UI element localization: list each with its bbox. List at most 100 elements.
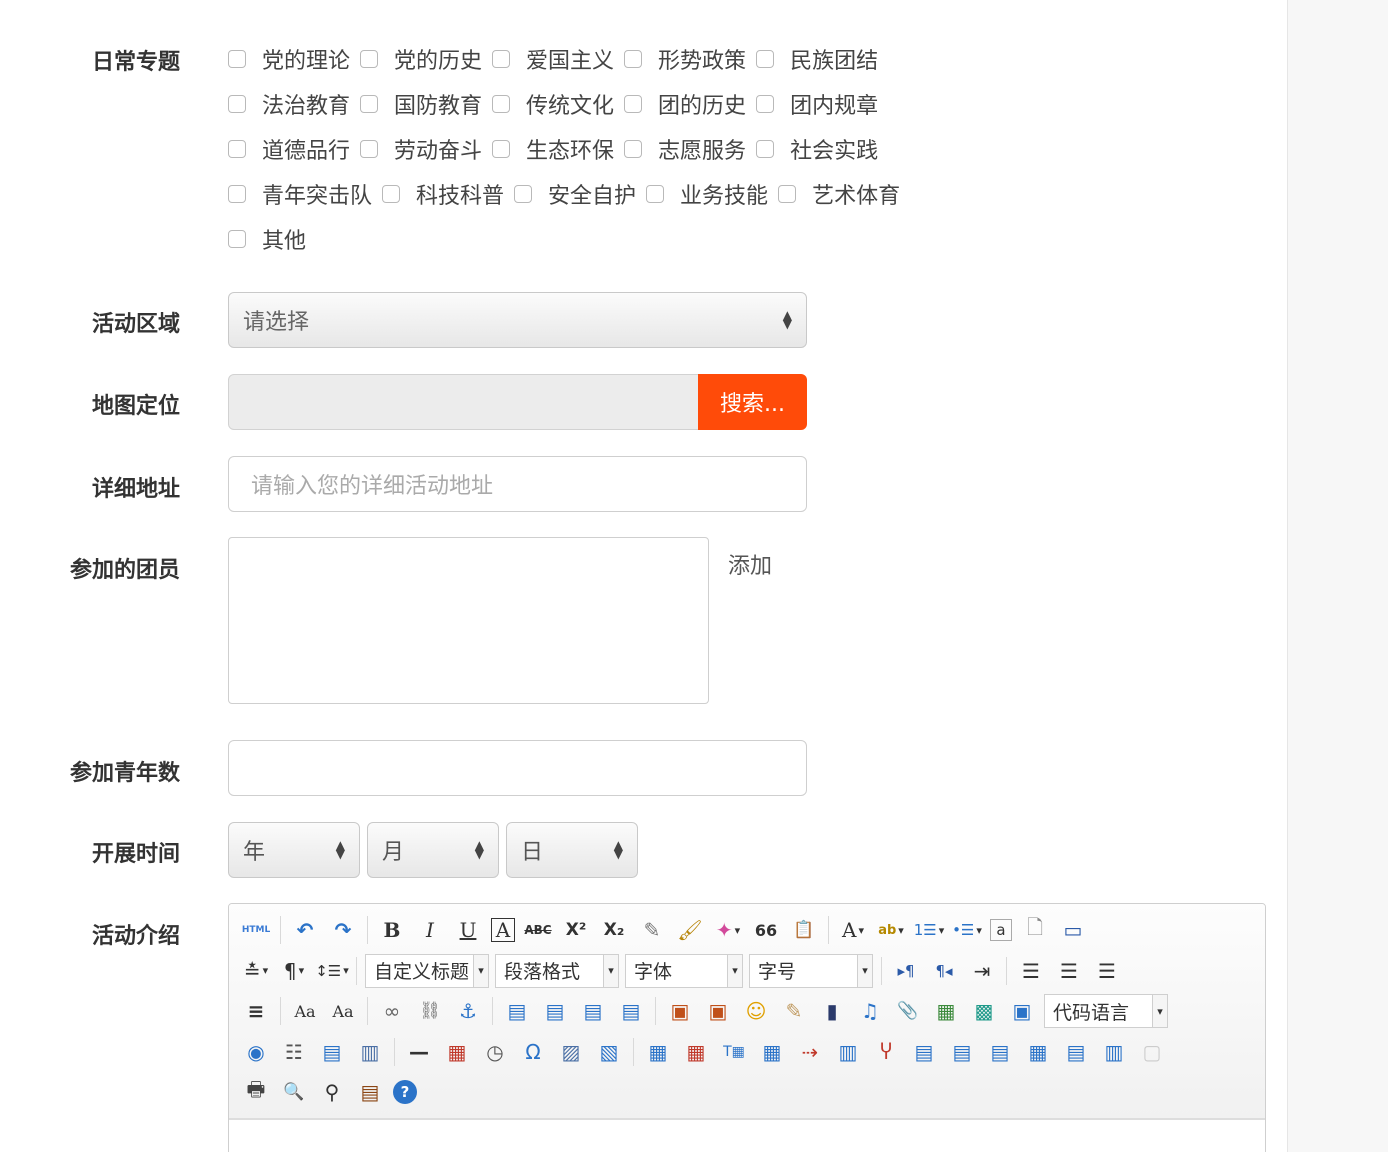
topic-checkbox[interactable]: 艺术体育 <box>778 178 900 210</box>
map-location-input[interactable] <box>228 374 702 430</box>
table-tool-icon[interactable]: ▦ <box>1023 1037 1053 1067</box>
undo-icon[interactable]: ↶ <box>290 915 320 945</box>
table-tool-icon[interactable]: ▤ <box>1061 1037 1091 1067</box>
clear-doc-icon[interactable]: 🗋 <box>1020 915 1050 945</box>
checkbox-box[interactable] <box>756 139 775 158</box>
checkbox-box[interactable] <box>624 139 643 158</box>
align-left-icon[interactable]: ☰ <box>1016 956 1046 986</box>
insert-image-icon[interactable]: ▣ <box>665 996 695 1026</box>
eraser-icon[interactable]: ✎ <box>637 915 667 945</box>
align-right-icon[interactable]: ☰ <box>1092 956 1122 986</box>
checkbox-box[interactable] <box>228 139 246 158</box>
editor-content-area[interactable] <box>229 1120 1265 1152</box>
table-tool-icon[interactable]: ▤ <box>985 1037 1015 1067</box>
row-spacing-top-icon[interactable]: ≛ <box>241 956 271 986</box>
topic-checkbox[interactable]: 团内规章 <box>756 88 878 120</box>
background-icon[interactable]: ▥ <box>355 1037 385 1067</box>
checkbox-box[interactable] <box>492 49 511 68</box>
paragraph-format-combo[interactable]: 段落格式 <box>495 953 619 988</box>
insert-frame-icon[interactable]: ▣ <box>1007 996 1037 1026</box>
topic-checkbox[interactable]: 道德品行 <box>228 133 350 165</box>
checkbox-box[interactable] <box>514 184 533 203</box>
print-preview-icon[interactable]: 🔍 <box>279 1077 309 1107</box>
font-border-icon[interactable]: A <box>491 918 515 943</box>
table-tool-icon[interactable]: ▢ <box>1137 1037 1167 1067</box>
checkbox-box[interactable] <box>492 139 511 158</box>
page-break-icon[interactable]: ☷ <box>279 1037 309 1067</box>
map-search-button[interactable]: 搜索... <box>698 374 807 430</box>
insert-column-icon[interactable]: ⇢ <box>795 1037 825 1067</box>
custom-heading-combo[interactable]: 自定义标题 <box>365 953 489 988</box>
image-float-left-icon[interactable]: ▤ <box>502 996 532 1026</box>
word-image-icon[interactable]: ▨ <box>556 1037 586 1067</box>
help-icon[interactable]: ? <box>393 1080 417 1105</box>
topic-checkbox[interactable]: 形势政策 <box>624 43 746 75</box>
insert-music-icon[interactable]: ♫ <box>855 996 885 1026</box>
ordered-list-icon[interactable]: 1☰ <box>914 915 944 945</box>
search-replace-icon[interactable]: ⚲ <box>317 1077 347 1107</box>
highlight-color-icon[interactable]: ab <box>876 915 906 945</box>
image-no-float-icon[interactable]: ▤ <box>578 996 608 1026</box>
year-select[interactable]: 年 ▲ ▼ <box>228 822 360 878</box>
topic-checkbox[interactable]: 劳动奋斗 <box>360 133 482 165</box>
google-map-icon[interactable]: ▩ <box>969 996 999 1026</box>
address-input[interactable]: 请输入您的详细活动地址 <box>228 456 807 512</box>
checkbox-box[interactable] <box>360 49 379 68</box>
to-lowercase-icon[interactable]: Aa <box>328 996 358 1026</box>
topic-checkbox[interactable]: 党的历史 <box>360 43 482 75</box>
region-select[interactable]: 请选择 ▲ ▼ <box>228 292 807 348</box>
html-source-icon[interactable]: HTML <box>241 915 271 945</box>
insert-table-icon[interactable]: ▦ <box>643 1037 673 1067</box>
bold-icon[interactable]: B <box>377 915 407 945</box>
rtl-direction-icon[interactable]: ¶◂ <box>929 956 959 986</box>
table-tool-icon[interactable]: ▤ <box>909 1037 939 1067</box>
link-icon[interactable]: ∞ <box>377 996 407 1026</box>
unlink-icon[interactable]: ⛓ <box>415 996 445 1026</box>
special-chars-icon[interactable]: Ω <box>518 1037 548 1067</box>
topic-checkbox[interactable]: 民族团结 <box>756 43 878 75</box>
auto-format-icon[interactable]: ✦ <box>713 915 743 945</box>
checkbox-box[interactable] <box>492 94 511 113</box>
multi-image-icon[interactable]: ▣ <box>703 996 733 1026</box>
checkbox-box[interactable] <box>360 139 379 158</box>
paragraph-spacing-icon[interactable]: ¶ <box>279 956 309 986</box>
topic-checkbox[interactable]: 业务技能 <box>646 178 768 210</box>
checkbox-box[interactable] <box>646 184 665 203</box>
strikethrough-icon[interactable]: ABC <box>523 915 553 945</box>
font-size-combo[interactable]: 字号 <box>749 953 873 988</box>
blockquote-icon[interactable]: 66 <box>751 915 781 945</box>
redo-icon[interactable]: ↷ <box>328 915 358 945</box>
add-member-link[interactable]: 添加 <box>728 548 772 580</box>
topic-checkbox[interactable]: 传统文化 <box>492 88 614 120</box>
topic-checkbox[interactable]: 国防教育 <box>360 88 482 120</box>
topic-checkbox[interactable]: 青年突击队 <box>228 178 372 210</box>
subscript-icon[interactable]: X₂ <box>599 915 629 945</box>
select-all-icon[interactable]: a <box>990 919 1012 942</box>
checkbox-box[interactable] <box>228 49 246 68</box>
insert-row-icon[interactable]: ▦ <box>757 1037 787 1067</box>
topic-checkbox[interactable]: 团的历史 <box>624 88 746 120</box>
insert-time-icon[interactable]: ◷ <box>480 1037 510 1067</box>
scrawl-icon[interactable]: ✎ <box>779 996 809 1026</box>
emotion-icon[interactable]: ☺ <box>741 996 771 1026</box>
template-icon[interactable]: ▤ <box>317 1037 347 1067</box>
checkbox-box[interactable] <box>382 184 401 203</box>
underline-icon[interactable]: U <box>453 915 483 945</box>
anchor-icon[interactable]: ⚓ <box>453 996 483 1026</box>
month-select[interactable]: 月 ▲ ▼ <box>367 822 499 878</box>
font-family-combo[interactable]: 字体 <box>625 953 743 988</box>
format-brush-icon[interactable]: 🖌 <box>675 915 705 945</box>
preview-icon[interactable]: ▭ <box>1058 915 1088 945</box>
split-cells-icon[interactable]: Ⴤ <box>871 1037 901 1067</box>
superscript-icon[interactable]: X² <box>561 915 591 945</box>
youth-count-input[interactable] <box>228 740 807 796</box>
webapp-icon[interactable]: ◉ <box>241 1037 271 1067</box>
checkbox-box[interactable] <box>228 184 246 203</box>
topic-checkbox[interactable]: 法治教育 <box>228 88 350 120</box>
merge-cells-icon[interactable]: ▥ <box>833 1037 863 1067</box>
checkbox-box[interactable] <box>360 94 379 113</box>
topic-checkbox[interactable]: 生态环保 <box>492 133 614 165</box>
checkbox-box[interactable] <box>624 49 643 68</box>
insert-video-icon[interactable]: ▮ <box>817 996 847 1026</box>
insert-date-icon[interactable]: ▦ <box>442 1037 472 1067</box>
